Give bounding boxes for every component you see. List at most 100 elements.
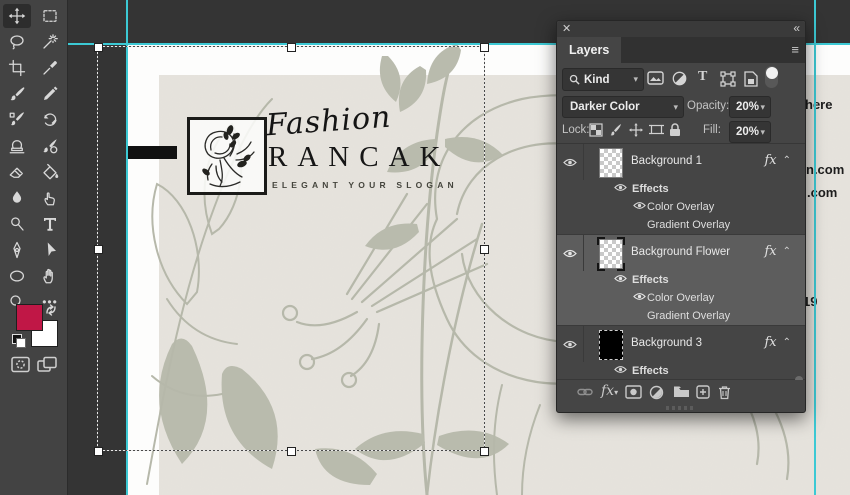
layer-row-background-1[interactable]: Background 1 fx ⌃ [557, 144, 805, 180]
clone-stamp-tool[interactable] [3, 134, 31, 158]
vertical-guide-right[interactable] [814, 0, 816, 495]
layer-thumbnail-transparent[interactable] [599, 148, 623, 178]
pen-tool[interactable] [3, 238, 31, 262]
lock-artboard-icon[interactable] [649, 123, 664, 136]
layer-row-background-flower[interactable]: Background Flower fx ⌃ [557, 235, 805, 271]
collapse-effects-chevron[interactable]: ⌃ [783, 155, 791, 166]
eyedropper-tool[interactable] [36, 56, 64, 80]
effects-label[interactable]: Effects [632, 365, 669, 377]
visibility-eye-icon[interactable] [614, 274, 627, 283]
transform-handle-bottom-right[interactable] [480, 447, 489, 456]
screen-mode-button[interactable] [37, 356, 57, 373]
link-layers-icon[interactable] [577, 385, 593, 399]
effects-row[interactable]: Effects [557, 180, 805, 198]
filter-shape-layers-icon[interactable] [720, 71, 736, 87]
effects-row[interactable]: Effects [557, 271, 805, 289]
filter-kind-dropdown[interactable]: Kind ▾ [562, 68, 644, 91]
visibility-eye-icon[interactable] [614, 183, 627, 192]
quick-mask-button[interactable] [11, 356, 30, 373]
transform-handle-top-left[interactable] [94, 43, 103, 52]
lock-position-move-icon[interactable] [629, 123, 643, 137]
crop-tool[interactable] [3, 56, 31, 80]
transform-handle-top-right[interactable] [480, 43, 489, 52]
effect-label[interactable]: Color Overlay [647, 292, 714, 304]
new-group-folder-icon[interactable] [673, 385, 690, 398]
opacity-value-dropdown[interactable]: 20% ▾ [729, 96, 771, 118]
new-layer-icon[interactable] [696, 385, 710, 399]
visibility-eye-icon[interactable] [557, 326, 584, 362]
panel-header-bar[interactable]: ✕ « [557, 21, 805, 37]
filter-smart-objects-icon[interactable] [744, 71, 758, 87]
blur-tool[interactable] [3, 186, 31, 210]
effect-label[interactable]: Color Overlay [647, 201, 714, 213]
delete-layer-trash-icon[interactable] [718, 385, 731, 400]
effect-row-gradient-overlay[interactable]: Gradient Overlay [557, 216, 805, 234]
layer-style-fx-icon[interactable]: fx▾ [601, 383, 618, 399]
close-icon[interactable]: ✕ [562, 22, 571, 35]
effect-row-gradient-overlay[interactable]: Gradient Overlay [557, 307, 805, 325]
effect-label[interactable]: Gradient Overlay [647, 219, 730, 231]
blend-mode-dropdown[interactable]: Darker Color ▾ [562, 96, 684, 118]
brush-tool[interactable] [3, 82, 31, 106]
filter-type-layers-icon[interactable]: T [698, 69, 707, 85]
transform-handle-mid-left[interactable] [94, 245, 103, 254]
effect-row-color-overlay[interactable]: Color Overlay [557, 198, 805, 216]
lock-image-pixels-brush-icon[interactable] [609, 123, 623, 137]
transform-handle-bottom-center[interactable] [287, 447, 296, 456]
collapse-panel-icon[interactable]: « [793, 21, 800, 35]
visibility-eye-icon[interactable] [633, 201, 646, 210]
visibility-eye-icon[interactable] [614, 365, 627, 374]
transform-handle-mid-right[interactable] [480, 245, 489, 254]
tab-layers[interactable]: Layers [557, 37, 622, 63]
effects-row[interactable]: Effects [557, 362, 805, 380]
layer-thumbnail-transparent-selected[interactable] [597, 237, 625, 271]
foreground-color-swatch[interactable] [16, 304, 43, 331]
mixer-brush-tool[interactable] [3, 108, 31, 132]
collapse-effects-chevron[interactable]: ⌃ [783, 246, 791, 257]
fx-badge[interactable]: fx [764, 335, 776, 350]
filtering-toggle-switch[interactable] [765, 66, 778, 88]
layer-row-background-3[interactable]: Background 3 fx ⌃ [557, 326, 805, 362]
paint-bucket-tool[interactable] [36, 160, 64, 184]
fx-badge[interactable]: fx [764, 244, 776, 259]
lock-transparent-pixels-icon[interactable] [589, 123, 603, 137]
art-history-brush-tool[interactable] [36, 134, 64, 158]
fx-badge[interactable]: fx [764, 153, 776, 168]
panel-menu-icon[interactable]: ≡ [791, 42, 799, 57]
effect-row-color-overlay[interactable]: Color Overlay [557, 289, 805, 307]
ellipse-shape-tool[interactable] [3, 264, 31, 288]
panel-resize-grip[interactable] [666, 406, 696, 410]
dodge-tool[interactable] [3, 212, 31, 236]
lasso-tool[interactable] [3, 30, 31, 54]
transform-handle-bottom-left[interactable] [94, 447, 103, 456]
history-brush-tool[interactable] [36, 108, 64, 132]
effects-label[interactable]: Effects [632, 274, 669, 286]
hand-tool[interactable] [36, 264, 64, 288]
collapse-effects-chevron[interactable]: ⌃ [783, 337, 791, 348]
layer-name[interactable]: Background Flower [631, 246, 730, 258]
path-selection-tool[interactable] [36, 238, 64, 262]
magic-wand-tool[interactable] [36, 30, 64, 54]
filter-adjustment-layers-icon[interactable] [672, 71, 687, 86]
effect-label[interactable]: Gradient Overlay [647, 310, 730, 322]
add-layer-mask-icon[interactable] [625, 385, 642, 399]
visibility-eye-icon[interactable] [557, 144, 584, 180]
default-colors-icon[interactable] [12, 334, 26, 348]
transform-handle-top-center[interactable] [287, 43, 296, 52]
smudge-tool[interactable] [36, 186, 64, 210]
adjustment-layer-icon[interactable] [649, 385, 664, 400]
visibility-eye-icon[interactable] [633, 292, 646, 301]
vertical-guide-left[interactable] [126, 0, 128, 495]
type-tool[interactable] [36, 212, 64, 236]
effects-label[interactable]: Effects [632, 183, 669, 195]
visibility-eye-icon[interactable] [557, 235, 584, 271]
eraser-tool[interactable] [3, 160, 31, 184]
rectangular-marquee-tool[interactable] [36, 4, 64, 28]
pencil-tool[interactable] [36, 82, 64, 106]
fill-value-dropdown[interactable]: 20% ▾ [729, 121, 771, 143]
move-tool[interactable] [3, 4, 31, 28]
layer-name[interactable]: Background 3 [631, 337, 702, 349]
panel-scrollbar-thumb[interactable] [795, 376, 803, 380]
lock-all-padlock-icon[interactable] [669, 123, 681, 137]
filter-pixel-layers-icon[interactable] [647, 71, 664, 85]
